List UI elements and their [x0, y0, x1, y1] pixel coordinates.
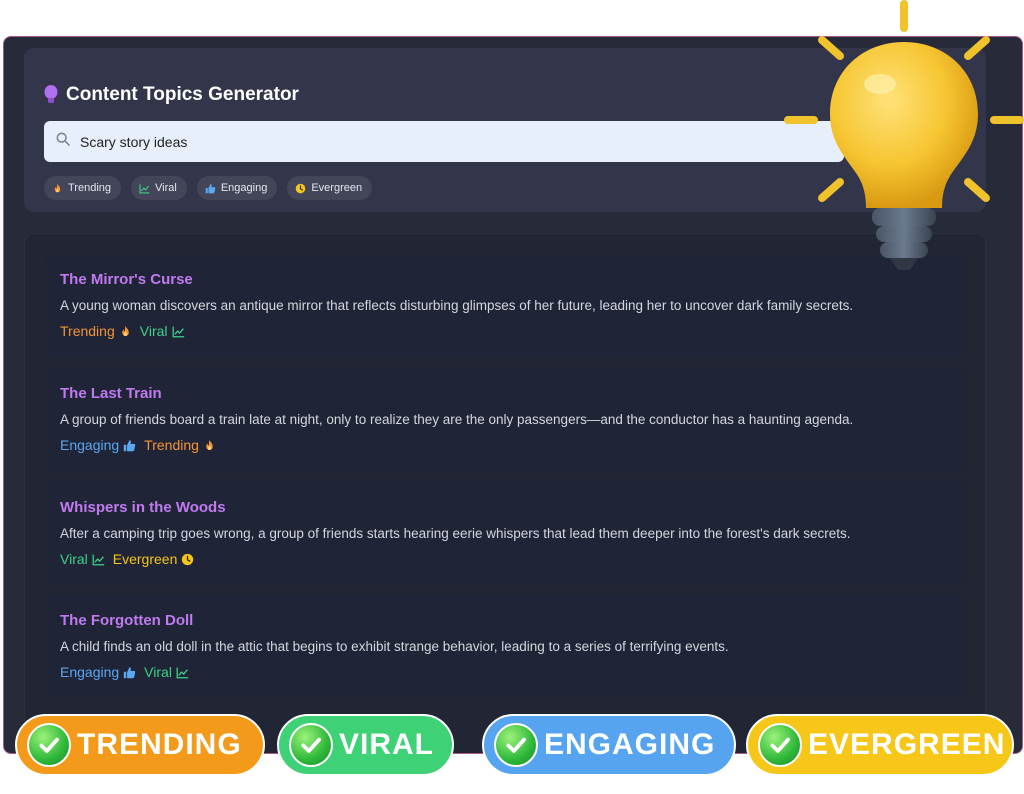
filter-chips: Trending Viral Engaging Evergreen	[44, 176, 373, 200]
topic-description: A young woman discovers an antique mirro…	[60, 298, 854, 313]
tag-engaging: Engaging	[60, 437, 136, 453]
tag-viral: Viral	[144, 664, 189, 680]
flame-icon	[119, 325, 132, 338]
tag-trending: Trending	[144, 437, 216, 453]
tag-viral: Viral	[140, 323, 185, 339]
clock-icon	[295, 183, 306, 194]
search-input[interactable]	[80, 133, 780, 150]
tag-label: Trending	[144, 437, 199, 453]
badge-label: EVERGREEN	[808, 728, 1006, 761]
topic-title: Whispers in the Woods	[60, 499, 226, 516]
filter-chip-label: Viral	[155, 182, 177, 194]
lightbulb-icon	[44, 85, 58, 105]
topic-description: A child finds an old doll in the attic t…	[60, 639, 729, 654]
title-row: Content Topics Generator	[44, 84, 299, 106]
chart-line-icon	[92, 553, 105, 566]
filter-chip-label: Trending	[68, 182, 112, 194]
feature-badges: TRENDING VIRAL ENGAGING EVERGREEN	[0, 714, 1024, 778]
tag-viral: Viral	[60, 551, 105, 567]
badge-evergreen: EVERGREEN	[746, 714, 1014, 776]
flame-icon	[203, 439, 216, 452]
checkmark-icon	[27, 723, 71, 767]
tag-trending: Trending	[60, 323, 132, 339]
topic-tags: Trending Viral	[60, 323, 951, 339]
checkmark-icon	[494, 723, 538, 767]
chart-line-icon	[139, 183, 150, 194]
tag-label: Viral	[139, 323, 168, 339]
lightbulb-icon	[784, 0, 1024, 270]
clock-icon	[181, 553, 194, 566]
topic-card[interactable]: The Last Train A group of friends board …	[45, 368, 966, 470]
filter-chip-engaging[interactable]: Engaging	[196, 176, 278, 200]
topic-title: The Last Train	[60, 385, 162, 402]
badge-viral: VIRAL	[277, 714, 454, 776]
thumbs-up-icon	[205, 183, 216, 194]
tag-label: Engaging	[60, 664, 120, 680]
badge-label: ENGAGING	[544, 728, 716, 761]
topic-tags: Engaging Trending	[60, 437, 951, 453]
filter-chip-label: Engaging	[220, 182, 268, 194]
tag-label: Viral	[144, 664, 172, 680]
tag-label: Engaging	[60, 437, 120, 453]
filter-chip-evergreen[interactable]: Evergreen	[287, 176, 373, 200]
filter-chip-trending[interactable]: Trending	[44, 176, 122, 200]
badge-trending: TRENDING	[15, 714, 265, 776]
topic-description: After a camping trip goes wrong, a group…	[60, 526, 851, 541]
topic-description: A group of friends board a train late at…	[60, 412, 854, 427]
thumbs-up-icon	[123, 439, 136, 452]
tag-evergreen: Evergreen	[113, 551, 195, 567]
tag-label: Viral	[60, 551, 88, 567]
badge-engaging: ENGAGING	[482, 714, 736, 776]
tag-label: Trending	[60, 323, 115, 339]
topic-tags: Viral Evergreen	[60, 551, 951, 567]
filter-chip-viral[interactable]: Viral	[131, 176, 187, 200]
flame-icon	[52, 183, 63, 194]
badge-label: VIRAL	[339, 728, 434, 761]
topic-card[interactable]: Whispers in the Woods After a camping tr…	[45, 482, 966, 584]
checkmark-icon	[289, 723, 333, 767]
topic-title: The Forgotten Doll	[60, 612, 194, 629]
tag-label: Evergreen	[112, 551, 178, 567]
search-bar[interactable]	[44, 121, 844, 162]
checkmark-icon	[758, 723, 802, 767]
search-icon	[56, 132, 70, 151]
topic-tags: Engaging Viral	[60, 664, 951, 680]
chart-line-icon	[176, 666, 189, 679]
topics-list: The Mirror's Curse A young woman discove…	[24, 233, 986, 753]
chart-line-icon	[172, 325, 185, 338]
topic-card[interactable]: The Forgotten Doll A child finds an old …	[45, 595, 966, 697]
filter-chip-label: Evergreen	[311, 182, 363, 194]
thumbs-up-icon	[123, 666, 136, 679]
page-title: Content Topics Generator	[66, 84, 299, 105]
tag-engaging: Engaging	[60, 664, 136, 680]
badge-label: TRENDING	[77, 728, 242, 761]
